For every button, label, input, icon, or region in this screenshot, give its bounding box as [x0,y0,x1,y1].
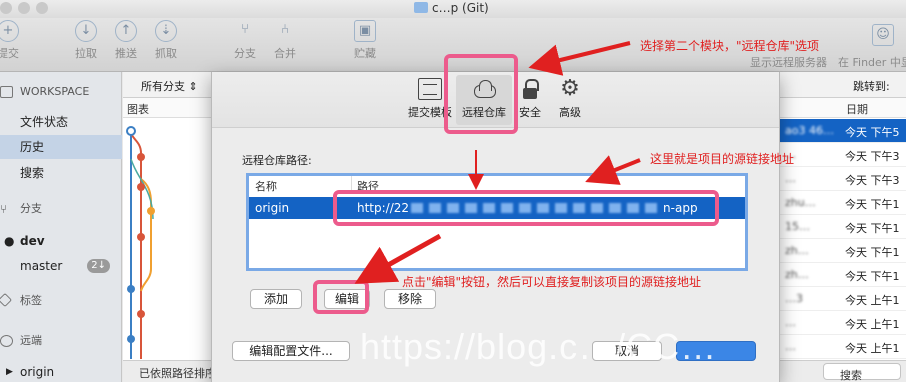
watermark-text: https://blog.c…/CC… [360,326,718,367]
arrow-to-url [585,155,641,185]
arrow-to-edit [354,233,442,284]
annotation-arrows [354,41,641,284]
arrow-to-tab [528,41,631,76]
